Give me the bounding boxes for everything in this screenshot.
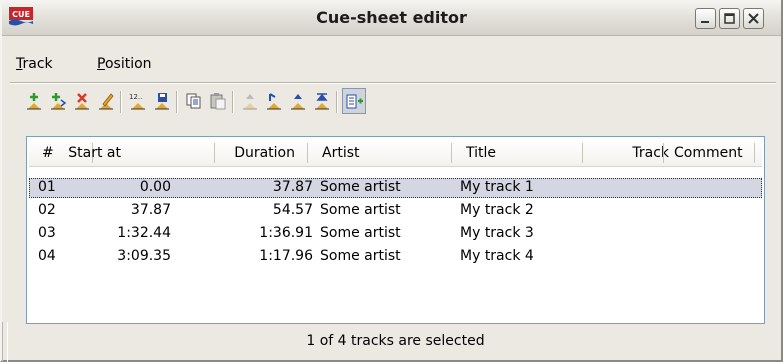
cell-duration: 1:36.91 (259, 225, 313, 241)
title-bar[interactable]: CUE Cue-sheet editor (2, 0, 781, 36)
paste-button[interactable] (206, 88, 230, 114)
copy-icon (186, 93, 201, 109)
column-divider[interactable] (307, 143, 308, 163)
delete-track-button[interactable] (70, 88, 94, 114)
close-button[interactable] (743, 8, 764, 29)
close-icon (748, 13, 759, 24)
toolbar-separator (336, 91, 338, 113)
cell-artist: Some artist (320, 248, 401, 264)
column-header-number[interactable]: # (42, 145, 54, 161)
cell-number: 03 (38, 225, 56, 241)
delete-track-icon (75, 93, 89, 110)
paste-icon (210, 93, 226, 110)
edit-track-button[interactable] (94, 88, 118, 114)
toolbar-separator (176, 91, 178, 113)
table-row[interactable]: 01 0.00 37.87 Some artist My track 1 (29, 178, 762, 198)
edit-track-icon (99, 93, 114, 110)
toolbar: 12.. (2, 88, 781, 118)
cell-duration: 54.57 (272, 202, 313, 218)
column-header-artist[interactable]: Artist (322, 145, 360, 161)
column-divider[interactable] (214, 143, 215, 163)
table-row[interactable]: 04 3:09.35 1:17.96 Some artist My track … (29, 247, 762, 267)
status-text: 1 of 4 tracks are selected (306, 333, 485, 349)
track-list[interactable]: # Start at Duration Artist Title Track C… (26, 136, 765, 324)
add-track-icon (27, 93, 41, 110)
column-header-start[interactable]: Start at (68, 145, 121, 161)
cell-number: 02 (38, 202, 56, 218)
menu-separator (10, 82, 776, 84)
column-header-duration[interactable]: Duration (234, 145, 295, 161)
cell-artist: Some artist (320, 179, 401, 195)
cell-number: 01 (38, 179, 56, 195)
menu-track[interactable]: Track (16, 56, 53, 72)
resize-grip[interactable] (2, 322, 8, 362)
toolbar-separator (120, 91, 122, 113)
renumber-tracks-icon: 12.. (129, 93, 145, 110)
cell-title: My track 4 (460, 248, 534, 264)
menu-bar: Track Position (2, 56, 781, 78)
column-header-comment[interactable]: Comment (674, 145, 743, 161)
move-forward-button[interactable] (286, 88, 310, 114)
table-row[interactable]: 03 1:32.44 1:36.91 Some artist My track … (29, 224, 762, 244)
column-divider[interactable] (582, 143, 583, 163)
status-bar: 1 of 4 tracks are selected (26, 328, 765, 354)
cell-duration: 37.87 (272, 179, 313, 195)
column-divider[interactable] (663, 143, 664, 163)
move-forward-icon (291, 94, 305, 110)
move-end-icon (315, 93, 329, 110)
cell-start: 0.00 (139, 179, 171, 195)
maximize-button[interactable] (719, 8, 740, 29)
renumber-tracks-button[interactable]: 12.. (126, 88, 150, 114)
cell-title: My track 2 (460, 202, 534, 218)
cell-artist: Some artist (320, 202, 401, 218)
minimize-icon (701, 21, 709, 23)
toggle-panel-button[interactable] (342, 88, 366, 114)
minimize-button[interactable] (695, 8, 716, 29)
cell-start: 3:09.35 (117, 248, 171, 264)
insert-track-icon (51, 93, 67, 110)
move-start-button[interactable] (262, 88, 286, 114)
copy-button[interactable] (182, 88, 206, 114)
cell-artist: Some artist (320, 225, 401, 241)
toggle-panel-icon (346, 94, 363, 109)
cell-start: 1:32.44 (117, 225, 171, 241)
save-button[interactable] (150, 88, 174, 114)
svg-text:12..: 12.. (129, 93, 142, 101)
insert-track-button[interactable] (46, 88, 70, 114)
column-header-title[interactable]: Title (466, 145, 496, 161)
save-icon (155, 93, 169, 110)
move-up-icon (243, 94, 257, 110)
track-list-header: # Start at Duration Artist Title Track C… (29, 139, 762, 167)
window-title: Cue-sheet editor (316, 8, 467, 27)
maximize-icon (724, 13, 735, 24)
column-divider[interactable] (754, 143, 755, 163)
menu-position[interactable]: Position (97, 56, 152, 72)
column-divider[interactable] (451, 143, 452, 163)
cue-sheet-editor-window: CUE Cue-sheet editor Track Position 12..… (0, 0, 783, 362)
cell-duration: 1:17.96 (259, 248, 313, 264)
move-end-button[interactable] (310, 88, 334, 114)
cell-title: My track 3 (460, 225, 534, 241)
cell-title: My track 1 (460, 179, 534, 195)
cell-number: 04 (38, 248, 56, 264)
table-row[interactable]: 02 37.87 54.57 Some artist My track 2 (29, 201, 762, 221)
add-track-button[interactable] (22, 88, 46, 114)
cell-start: 37.87 (130, 202, 171, 218)
move-start-icon (267, 93, 281, 110)
toolbar-separator (232, 91, 234, 113)
move-up-button[interactable] (238, 88, 262, 114)
